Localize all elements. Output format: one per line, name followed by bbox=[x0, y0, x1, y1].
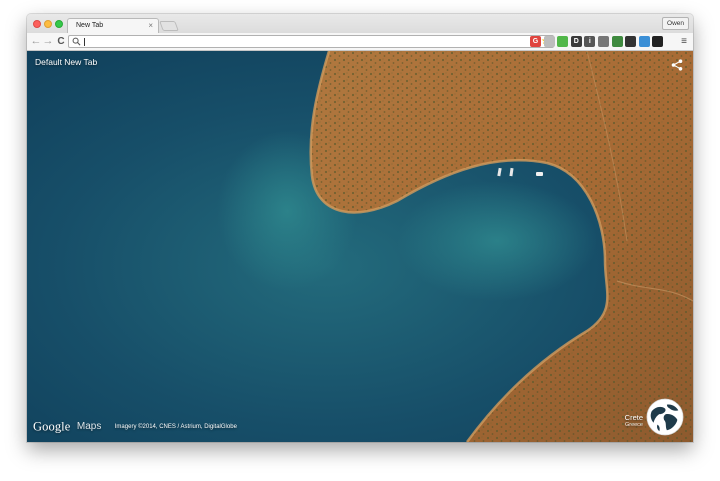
reload-button[interactable]: C bbox=[55, 35, 67, 48]
location-name: Crete bbox=[624, 413, 643, 422]
zoom-window-button[interactable] bbox=[55, 20, 63, 28]
plant-extension-icon[interactable] bbox=[611, 36, 623, 47]
maps-label[interactable]: Maps bbox=[77, 421, 101, 432]
satellite-image bbox=[27, 51, 693, 442]
share-icon[interactable] bbox=[671, 59, 683, 71]
back-button[interactable]: ← bbox=[30, 35, 42, 48]
new-tab-page: Default New Tab Google Maps Imagery ©201… bbox=[27, 51, 693, 442]
dark-extension-icon[interactable] bbox=[652, 36, 664, 47]
menu-icon[interactable]: ≡ bbox=[678, 35, 690, 48]
google-logo[interactable]: Google bbox=[33, 419, 70, 433]
imagery-attribution: Imagery ©2014, CNES / Astrium, DigitalGl… bbox=[114, 423, 237, 430]
search-icon bbox=[72, 37, 81, 46]
default-new-tab-link[interactable]: Default New Tab bbox=[35, 57, 97, 67]
info-extension-icon[interactable]: i bbox=[584, 36, 596, 47]
profile-button[interactable]: Owen bbox=[662, 17, 689, 30]
d-extension-icon[interactable]: D bbox=[570, 36, 582, 47]
omnibox[interactable]: ★ bbox=[68, 35, 554, 48]
cloud-extension-icon[interactable] bbox=[638, 36, 650, 47]
forward-button[interactable]: → bbox=[42, 35, 54, 48]
tab-close-icon[interactable]: × bbox=[148, 19, 153, 33]
omnibox-input[interactable] bbox=[83, 36, 523, 47]
window-extension-icon[interactable] bbox=[598, 36, 609, 47]
circle-extension-icon[interactable] bbox=[543, 36, 555, 47]
tab-title: New Tab bbox=[76, 22, 104, 29]
minimize-window-button[interactable] bbox=[44, 20, 52, 28]
red-g-extension-icon[interactable]: G bbox=[530, 36, 541, 47]
pocket-extension-icon[interactable] bbox=[625, 36, 637, 47]
toolbar: ← → C ★ G Di ≡ bbox=[27, 33, 693, 51]
browser-window: New Tab × Owen ← → C ★ G Di ≡ bbox=[27, 14, 693, 442]
footer: Google Maps Imagery ©2014, CNES / Astriu… bbox=[33, 418, 237, 436]
title-bar: New Tab × Owen bbox=[27, 14, 693, 33]
close-window-button[interactable] bbox=[33, 20, 41, 28]
new-tab-button[interactable] bbox=[159, 21, 179, 31]
evernote-extension-icon[interactable] bbox=[557, 36, 569, 47]
location-country: Greece bbox=[624, 422, 643, 428]
globe-icon[interactable] bbox=[646, 398, 684, 436]
tab-new-tab[interactable]: New Tab × bbox=[67, 18, 159, 33]
location-label[interactable]: Crete Greece bbox=[625, 413, 643, 428]
